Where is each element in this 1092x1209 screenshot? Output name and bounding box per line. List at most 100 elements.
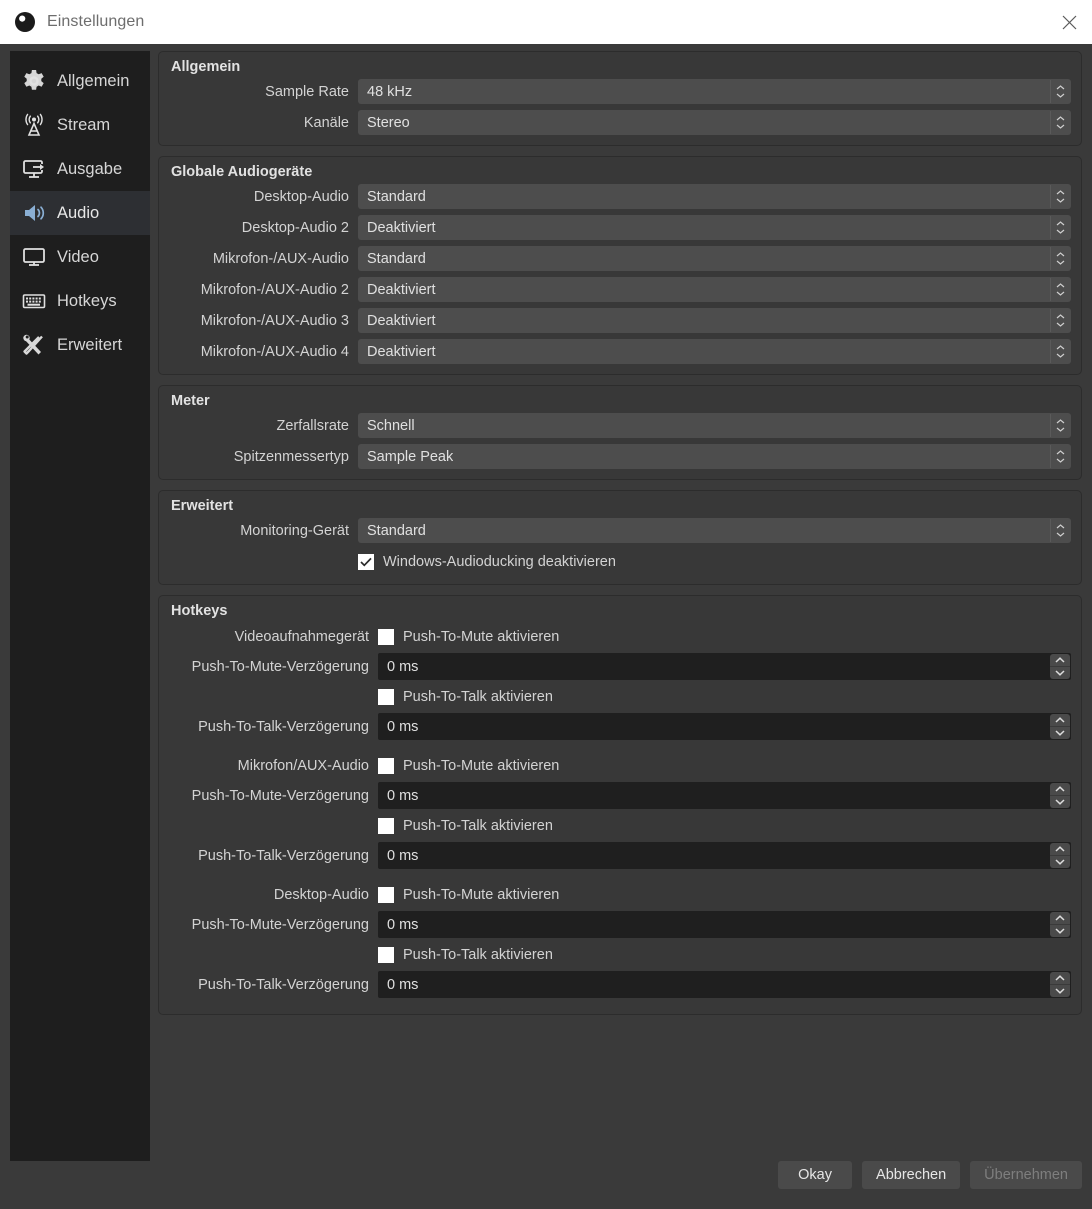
- desktop-audio-2-combobox[interactable]: Deaktiviert: [358, 215, 1071, 240]
- push-to-mute-delay-spinbox[interactable]: 0 ms: [378, 782, 1071, 809]
- mic-aux-audio-3-combobox[interactable]: Deaktiviert: [358, 308, 1071, 333]
- checkbox-label: Push-To-Talk aktivieren: [403, 818, 553, 834]
- sidebar-item-video[interactable]: Video: [10, 235, 150, 279]
- spinner-down-icon[interactable]: [1050, 925, 1070, 937]
- spinner-up-icon[interactable]: [1050, 843, 1070, 856]
- chevron-updown-icon: [1050, 519, 1070, 542]
- monitor-icon: [20, 243, 48, 271]
- hotkey-device-label: Desktop-Audio: [169, 887, 378, 903]
- push-to-mute-checkbox[interactable]: [378, 758, 394, 774]
- checkbox-label: Windows-Audioducking deaktivieren: [383, 554, 616, 570]
- push-to-talk-delay-spinbox[interactable]: 0 ms: [378, 842, 1071, 869]
- chevron-updown-icon: [1050, 185, 1070, 208]
- push-to-talk-delay-spinbox[interactable]: 0 ms: [378, 971, 1071, 998]
- spinbox-value: 0 ms: [378, 848, 418, 864]
- spinner-down-icon[interactable]: [1050, 796, 1070, 808]
- sidebar-item-stream[interactable]: Stream: [10, 103, 150, 147]
- sidebar-item-label: Erweitert: [57, 336, 122, 355]
- setting-row-kanaele: Kanäle Stereo: [169, 110, 1071, 135]
- checkbox-label: Push-To-Mute aktivieren: [403, 758, 559, 774]
- hotkey-row-push-to-mute: Desktop-Audio Push-To-Mute aktivieren: [169, 881, 1071, 908]
- group-title: Meter: [169, 393, 1071, 409]
- spinner-down-icon[interactable]: [1050, 985, 1070, 997]
- setting-row-mic-aux-audio: Mikrofon-/AUX-Audio Standard: [169, 246, 1071, 271]
- mic-aux-audio-2-combobox[interactable]: Deaktiviert: [358, 277, 1071, 302]
- sidebar-item-allgemein[interactable]: Allgemein: [10, 59, 150, 103]
- spinner-down-icon[interactable]: [1050, 727, 1070, 739]
- spinner-arrows: [1050, 654, 1070, 679]
- spinner-up-icon[interactable]: [1050, 972, 1070, 985]
- setting-label: Push-To-Mute-Verzögerung: [169, 659, 378, 675]
- close-icon[interactable]: [1046, 0, 1092, 44]
- spinbox-value: 0 ms: [378, 659, 418, 675]
- disable-audio-ducking-checkbox[interactable]: [358, 554, 374, 570]
- ok-button[interactable]: Okay: [778, 1161, 852, 1189]
- sidebar-item-label: Audio: [57, 204, 99, 223]
- spinner-up-icon[interactable]: [1050, 654, 1070, 667]
- settings-content-audio: Allgemein Sample Rate 48 kHz Kanäle Ster…: [158, 51, 1082, 1131]
- push-to-talk-checkbox[interactable]: [378, 947, 394, 963]
- cancel-button[interactable]: Abbrechen: [862, 1161, 960, 1189]
- setting-row-mic-aux-audio-4: Mikrofon-/AUX-Audio 4 Deaktiviert: [169, 339, 1071, 364]
- sample-rate-combobox[interactable]: 48 kHz: [358, 79, 1071, 104]
- tools-icon: [20, 331, 48, 359]
- sidebar-item-ausgabe[interactable]: Ausgabe: [10, 147, 150, 191]
- push-to-mute-delay-spinbox[interactable]: 0 ms: [378, 911, 1071, 938]
- group-title: Allgemein: [169, 59, 1071, 75]
- setting-label: Mikrofon-/AUX-Audio 3: [169, 313, 358, 329]
- sidebar-item-label: Allgemein: [57, 72, 129, 91]
- chevron-updown-icon: [1050, 309, 1070, 332]
- group-allgemein: Allgemein Sample Rate 48 kHz Kanäle Ster…: [158, 51, 1082, 146]
- push-to-mute-delay-spinbox[interactable]: 0 ms: [378, 653, 1071, 680]
- chevron-updown-icon: [1050, 216, 1070, 239]
- combobox-value: Deaktiviert: [358, 220, 436, 236]
- mic-aux-audio-4-combobox[interactable]: Deaktiviert: [358, 339, 1071, 364]
- setting-label: Push-To-Talk-Verzögerung: [169, 848, 378, 864]
- spinner-arrows: [1050, 714, 1070, 739]
- group-title: Erweitert: [169, 498, 1071, 514]
- checkbox-label: Push-To-Mute aktivieren: [403, 887, 559, 903]
- sidebar-item-hotkeys[interactable]: Hotkeys: [10, 279, 150, 323]
- spinner-arrows: [1050, 972, 1070, 997]
- decay-rate-combobox[interactable]: Schnell: [358, 413, 1071, 438]
- spinner-down-icon[interactable]: [1050, 856, 1070, 868]
- hotkey-block-desktop-audio: Desktop-Audio Push-To-Mute aktivieren Pu…: [169, 881, 1071, 998]
- setting-row-mic-aux-audio-3: Mikrofon-/AUX-Audio 3 Deaktiviert: [169, 308, 1071, 333]
- sidebar-item-erweitert[interactable]: Erweitert: [10, 323, 150, 367]
- chevron-updown-icon: [1050, 445, 1070, 468]
- hotkey-row-push-to-mute-delay: Push-To-Mute-Verzögerung 0 ms: [169, 782, 1071, 809]
- hotkey-block-mikrofon-aux-audio: Mikrofon/AUX-Audio Push-To-Mute aktivier…: [169, 752, 1071, 869]
- spinner-arrows: [1050, 843, 1070, 868]
- channels-combobox[interactable]: Stereo: [358, 110, 1071, 135]
- keyboard-icon: [20, 287, 48, 315]
- desktop-audio-combobox[interactable]: Standard: [358, 184, 1071, 209]
- sidebar-item-label: Stream: [57, 116, 110, 135]
- window-body: Allgemein Stream: [0, 44, 1092, 1209]
- setting-label: Mikrofon-/AUX-Audio 2: [169, 282, 358, 298]
- push-to-talk-checkbox[interactable]: [378, 818, 394, 834]
- sidebar-item-audio[interactable]: Audio: [10, 191, 150, 235]
- output-monitor-icon: [20, 155, 48, 183]
- monitoring-device-combobox[interactable]: Standard: [358, 518, 1071, 543]
- spinner-up-icon[interactable]: [1050, 714, 1070, 727]
- push-to-talk-delay-spinbox[interactable]: 0 ms: [378, 713, 1071, 740]
- push-to-mute-checkbox[interactable]: [378, 629, 394, 645]
- push-to-mute-checkbox[interactable]: [378, 887, 394, 903]
- spinner-up-icon[interactable]: [1050, 783, 1070, 796]
- peak-meter-type-combobox[interactable]: Sample Peak: [358, 444, 1071, 469]
- setting-label: Mikrofon-/AUX-Audio: [169, 251, 358, 267]
- spinbox-value: 0 ms: [378, 977, 418, 993]
- setting-row-desktop-audio: Desktop-Audio Standard: [169, 184, 1071, 209]
- window-titlebar: Einstellungen: [0, 0, 1092, 44]
- push-to-talk-checkbox[interactable]: [378, 689, 394, 705]
- group-title: Globale Audiogeräte: [169, 164, 1071, 180]
- setting-row-spitzenmessertyp: Spitzenmessertyp Sample Peak: [169, 444, 1071, 469]
- chevron-updown-icon: [1050, 414, 1070, 437]
- spinner-up-icon[interactable]: [1050, 912, 1070, 925]
- mic-aux-audio-combobox[interactable]: Standard: [358, 246, 1071, 271]
- spinner-down-icon[interactable]: [1050, 667, 1070, 679]
- hotkey-row-push-to-talk: Push-To-Talk aktivieren: [169, 812, 1071, 839]
- spinner-arrows: [1050, 912, 1070, 937]
- combobox-value: Sample Peak: [358, 449, 453, 465]
- setting-label: Push-To-Talk-Verzögerung: [169, 719, 378, 735]
